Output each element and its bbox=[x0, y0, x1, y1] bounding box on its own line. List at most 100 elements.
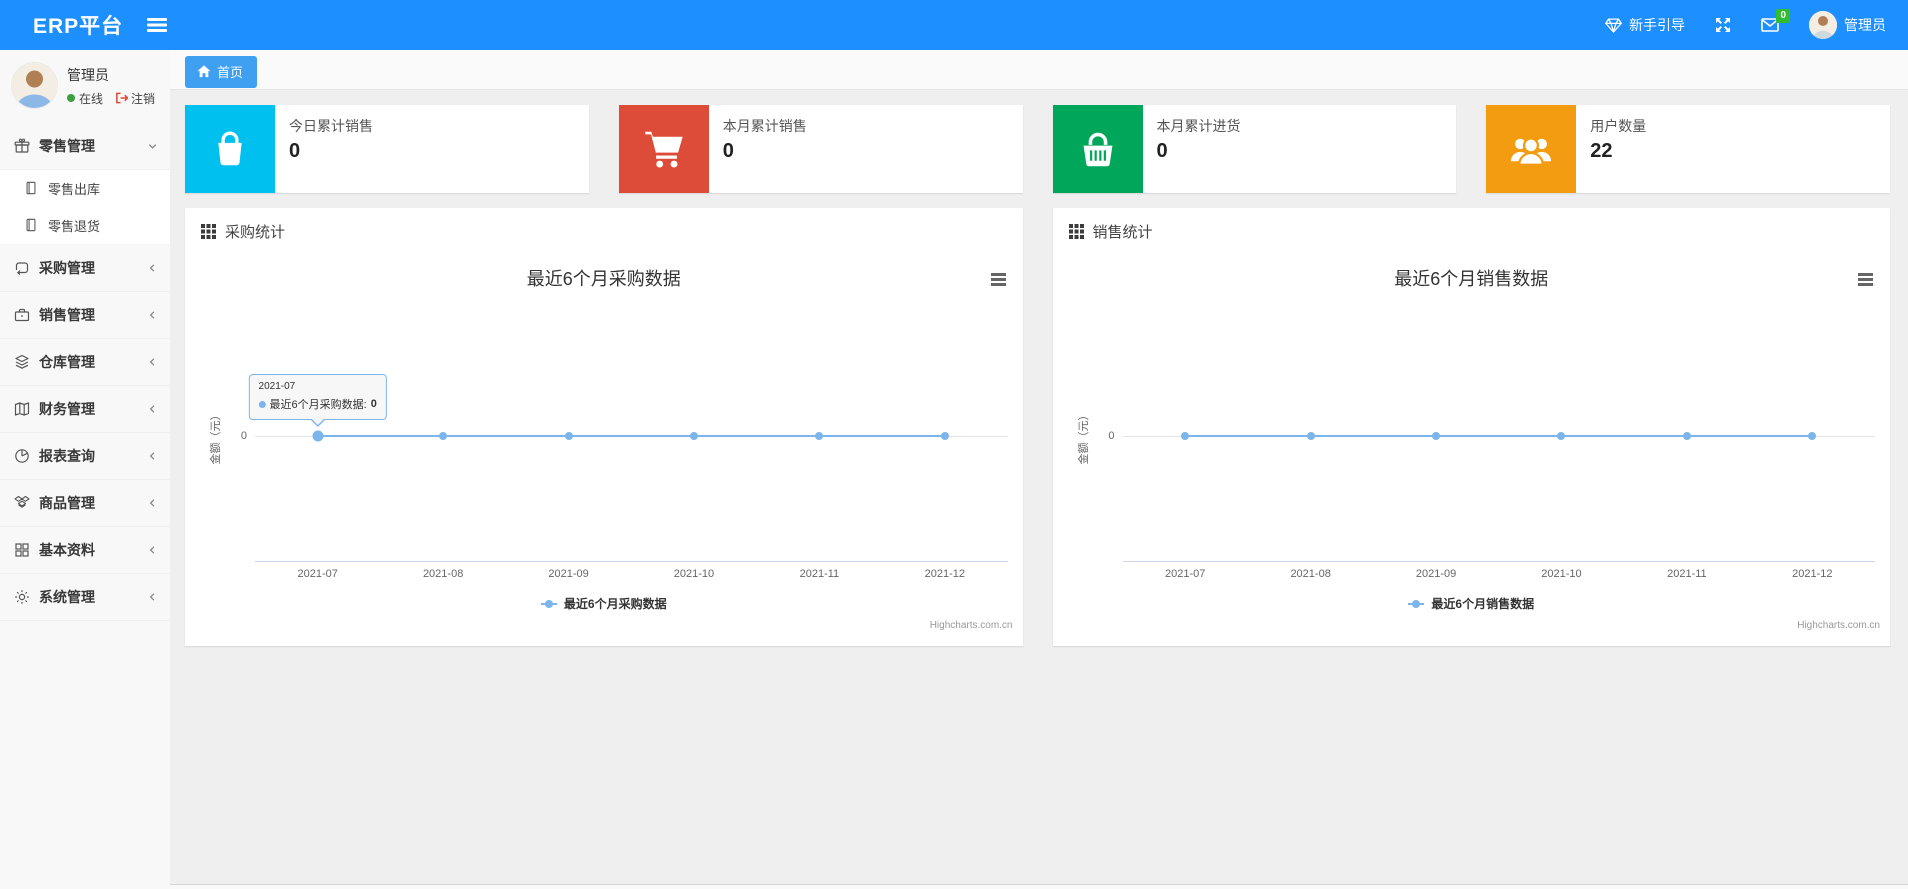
sales-chart: 最近6个月销售数据 金额（元） 0 2021-07 2021-08 2021-09 2021… bbox=[1053, 254, 1891, 646]
guide-label: 新手引导 bbox=[1629, 17, 1685, 33]
shopping-bag-icon bbox=[185, 105, 275, 193]
x-axis-tick-label: 2021-12 bbox=[924, 568, 965, 580]
sidebar-item-sales[interactable]: 销售管理 bbox=[0, 292, 170, 339]
panel-header: 采购统计 bbox=[185, 208, 1023, 254]
sidebar-item-basics[interactable]: 基本资料 bbox=[0, 527, 170, 574]
stat-card-value: 0 bbox=[722, 140, 734, 162]
chart-legend[interactable]: 最近6个月采购数据 bbox=[185, 595, 1023, 612]
pie-chart-icon bbox=[14, 448, 30, 464]
y-axis-title: 金额（元） bbox=[210, 409, 222, 465]
data-point[interactable] bbox=[564, 432, 573, 440]
sidebar-menu: 零售管理 零售出库 零售退货 采购管理 销售管理 仓库管理 财务管理 报表查询 … bbox=[0, 123, 170, 621]
sidebar-toggle-button[interactable] bbox=[141, 11, 173, 39]
chart-legend[interactable]: 最近6个月销售数据 bbox=[1053, 595, 1891, 612]
stat-card-label: 用户数量 bbox=[1590, 118, 1647, 134]
fullscreen-icon bbox=[1715, 17, 1731, 33]
sidebar-item-system[interactable]: 系统管理 bbox=[0, 574, 170, 621]
stat-card-value: 0 bbox=[1156, 140, 1168, 162]
shopping-basket-icon bbox=[1052, 105, 1143, 193]
data-point[interactable] bbox=[940, 432, 949, 440]
y-axis-tick-label: 0 bbox=[240, 430, 247, 442]
sidebar-item-finance[interactable]: 财务管理 bbox=[0, 386, 170, 433]
plot-area: 2021-07 2021-08 2021-09 2021-10 2021-11 2021-… bbox=[248, 254, 1008, 646]
data-point[interactable] bbox=[689, 432, 698, 440]
x-axis-tick-label: 2021-09 bbox=[548, 568, 589, 580]
series-line bbox=[1185, 435, 1813, 437]
panel-title: 采购统计 bbox=[225, 223, 286, 241]
sign-out-icon bbox=[115, 92, 129, 104]
stat-card-user-count: 用户数量 22 bbox=[1486, 105, 1890, 193]
data-point[interactable] bbox=[1557, 432, 1566, 440]
x-axis-line bbox=[255, 561, 1008, 562]
document-icon bbox=[24, 181, 40, 197]
data-point[interactable] bbox=[815, 432, 824, 440]
tooltip-header: 2021-07 bbox=[258, 381, 296, 392]
sidebar-item-warehouse[interactable]: 仓库管理 bbox=[0, 339, 170, 386]
data-point[interactable] bbox=[1181, 432, 1190, 440]
chevron-left-icon bbox=[147, 263, 158, 274]
message-count-badge: 0 bbox=[1776, 9, 1790, 23]
home-icon bbox=[197, 65, 211, 78]
stat-card-month-purchase: 本月累计进货 0 bbox=[1052, 105, 1457, 193]
purchase-chart: 最近6个月采购数据 金额（元） 0 2021-07 2021-08 2021-09 2021… bbox=[185, 254, 1023, 646]
panel-title: 销售统计 bbox=[1092, 223, 1153, 241]
messages-button[interactable]: 0 bbox=[1761, 9, 1790, 32]
top-navbar: ERP平台 新手引导 0 管理员 bbox=[0, 0, 1908, 50]
sidebar-submenu-retail: 零售出库 零售退货 bbox=[0, 170, 170, 245]
gift-icon bbox=[14, 138, 30, 154]
stat-card-label: 本月累计销售 bbox=[722, 118, 807, 134]
data-point[interactable] bbox=[312, 430, 324, 442]
y-axis-title: 金额（元） bbox=[1077, 409, 1090, 465]
sidebar-username: 管理员 bbox=[67, 66, 109, 83]
tooltip-series-label: 最近6个月采购数据: bbox=[269, 399, 367, 411]
data-point[interactable] bbox=[1306, 432, 1315, 440]
sidebar-item-purchase[interactable]: 采购管理 bbox=[0, 245, 170, 292]
footer bbox=[170, 884, 1908, 889]
legend-marker bbox=[540, 598, 557, 610]
panel-header: 销售统计 bbox=[1053, 208, 1891, 254]
chart-credits-link[interactable]: Highcharts.com.cn bbox=[930, 620, 1013, 631]
chart-panels-row: 采购统计 最近6个月采购数据 金额（元） 0 2021-07 2021-08 2021-0… bbox=[185, 208, 1890, 646]
tooltip-arrow bbox=[310, 418, 325, 425]
tab-bar: 首页 bbox=[170, 50, 1908, 90]
app-logo[interactable]: ERP平台 bbox=[0, 10, 141, 40]
data-point[interactable] bbox=[1432, 432, 1441, 440]
gem-icon bbox=[1605, 17, 1622, 33]
legend-marker bbox=[1408, 598, 1425, 610]
series-line bbox=[317, 435, 945, 437]
sidebar-item-retail-return[interactable]: 零售退货 bbox=[0, 207, 170, 244]
sidebar-item-label: 采购管理 bbox=[39, 260, 95, 276]
user-menu[interactable]: 管理员 bbox=[1809, 11, 1886, 39]
data-point[interactable] bbox=[1682, 432, 1691, 440]
tab-home[interactable]: 首页 bbox=[185, 56, 258, 88]
gear-icon bbox=[14, 589, 30, 605]
th-grid-icon bbox=[201, 223, 216, 239]
th-grid-icon bbox=[1068, 223, 1084, 239]
document-icon bbox=[24, 218, 40, 234]
chevron-left-icon bbox=[147, 310, 158, 321]
logout-link[interactable]: 注销 bbox=[115, 90, 155, 107]
sidebar-item-label: 商品管理 bbox=[39, 495, 95, 511]
data-point[interactable] bbox=[439, 432, 448, 440]
sidebar-item-goods[interactable]: 商品管理 bbox=[0, 480, 170, 527]
x-axis-tick-label: 2021-07 bbox=[297, 568, 338, 580]
fullscreen-button[interactable] bbox=[1715, 17, 1731, 33]
stat-cards-row: 今日累计销售 0 本月累计销售 0 本月累计进货 0 用户数量 22 bbox=[185, 105, 1890, 193]
tooltip-row: 最近6个月采购数据: 0 bbox=[258, 396, 377, 412]
sidebar-item-reports[interactable]: 报表查询 bbox=[0, 433, 170, 480]
dropbox-icon bbox=[14, 495, 30, 511]
chevron-down-icon bbox=[147, 141, 158, 152]
online-status-label: 在线 bbox=[79, 91, 104, 106]
data-point[interactable] bbox=[1808, 432, 1817, 440]
chevron-left-icon bbox=[147, 451, 158, 462]
sidebar-item-retail-outbound[interactable]: 零售出库 bbox=[0, 170, 170, 207]
online-status-dot bbox=[67, 94, 75, 102]
hamburger-icon bbox=[147, 17, 168, 33]
sidebar-item-retail[interactable]: 零售管理 bbox=[0, 123, 170, 170]
y-axis-tick-label: 0 bbox=[1108, 430, 1115, 442]
chevron-left-icon bbox=[147, 498, 158, 509]
chart-credits-link[interactable]: Highcharts.com.cn bbox=[1797, 620, 1880, 631]
guide-link[interactable]: 新手引导 bbox=[1605, 15, 1685, 35]
tooltip-value: 0 bbox=[370, 398, 377, 410]
stat-card-label: 今日累计销售 bbox=[289, 118, 373, 134]
